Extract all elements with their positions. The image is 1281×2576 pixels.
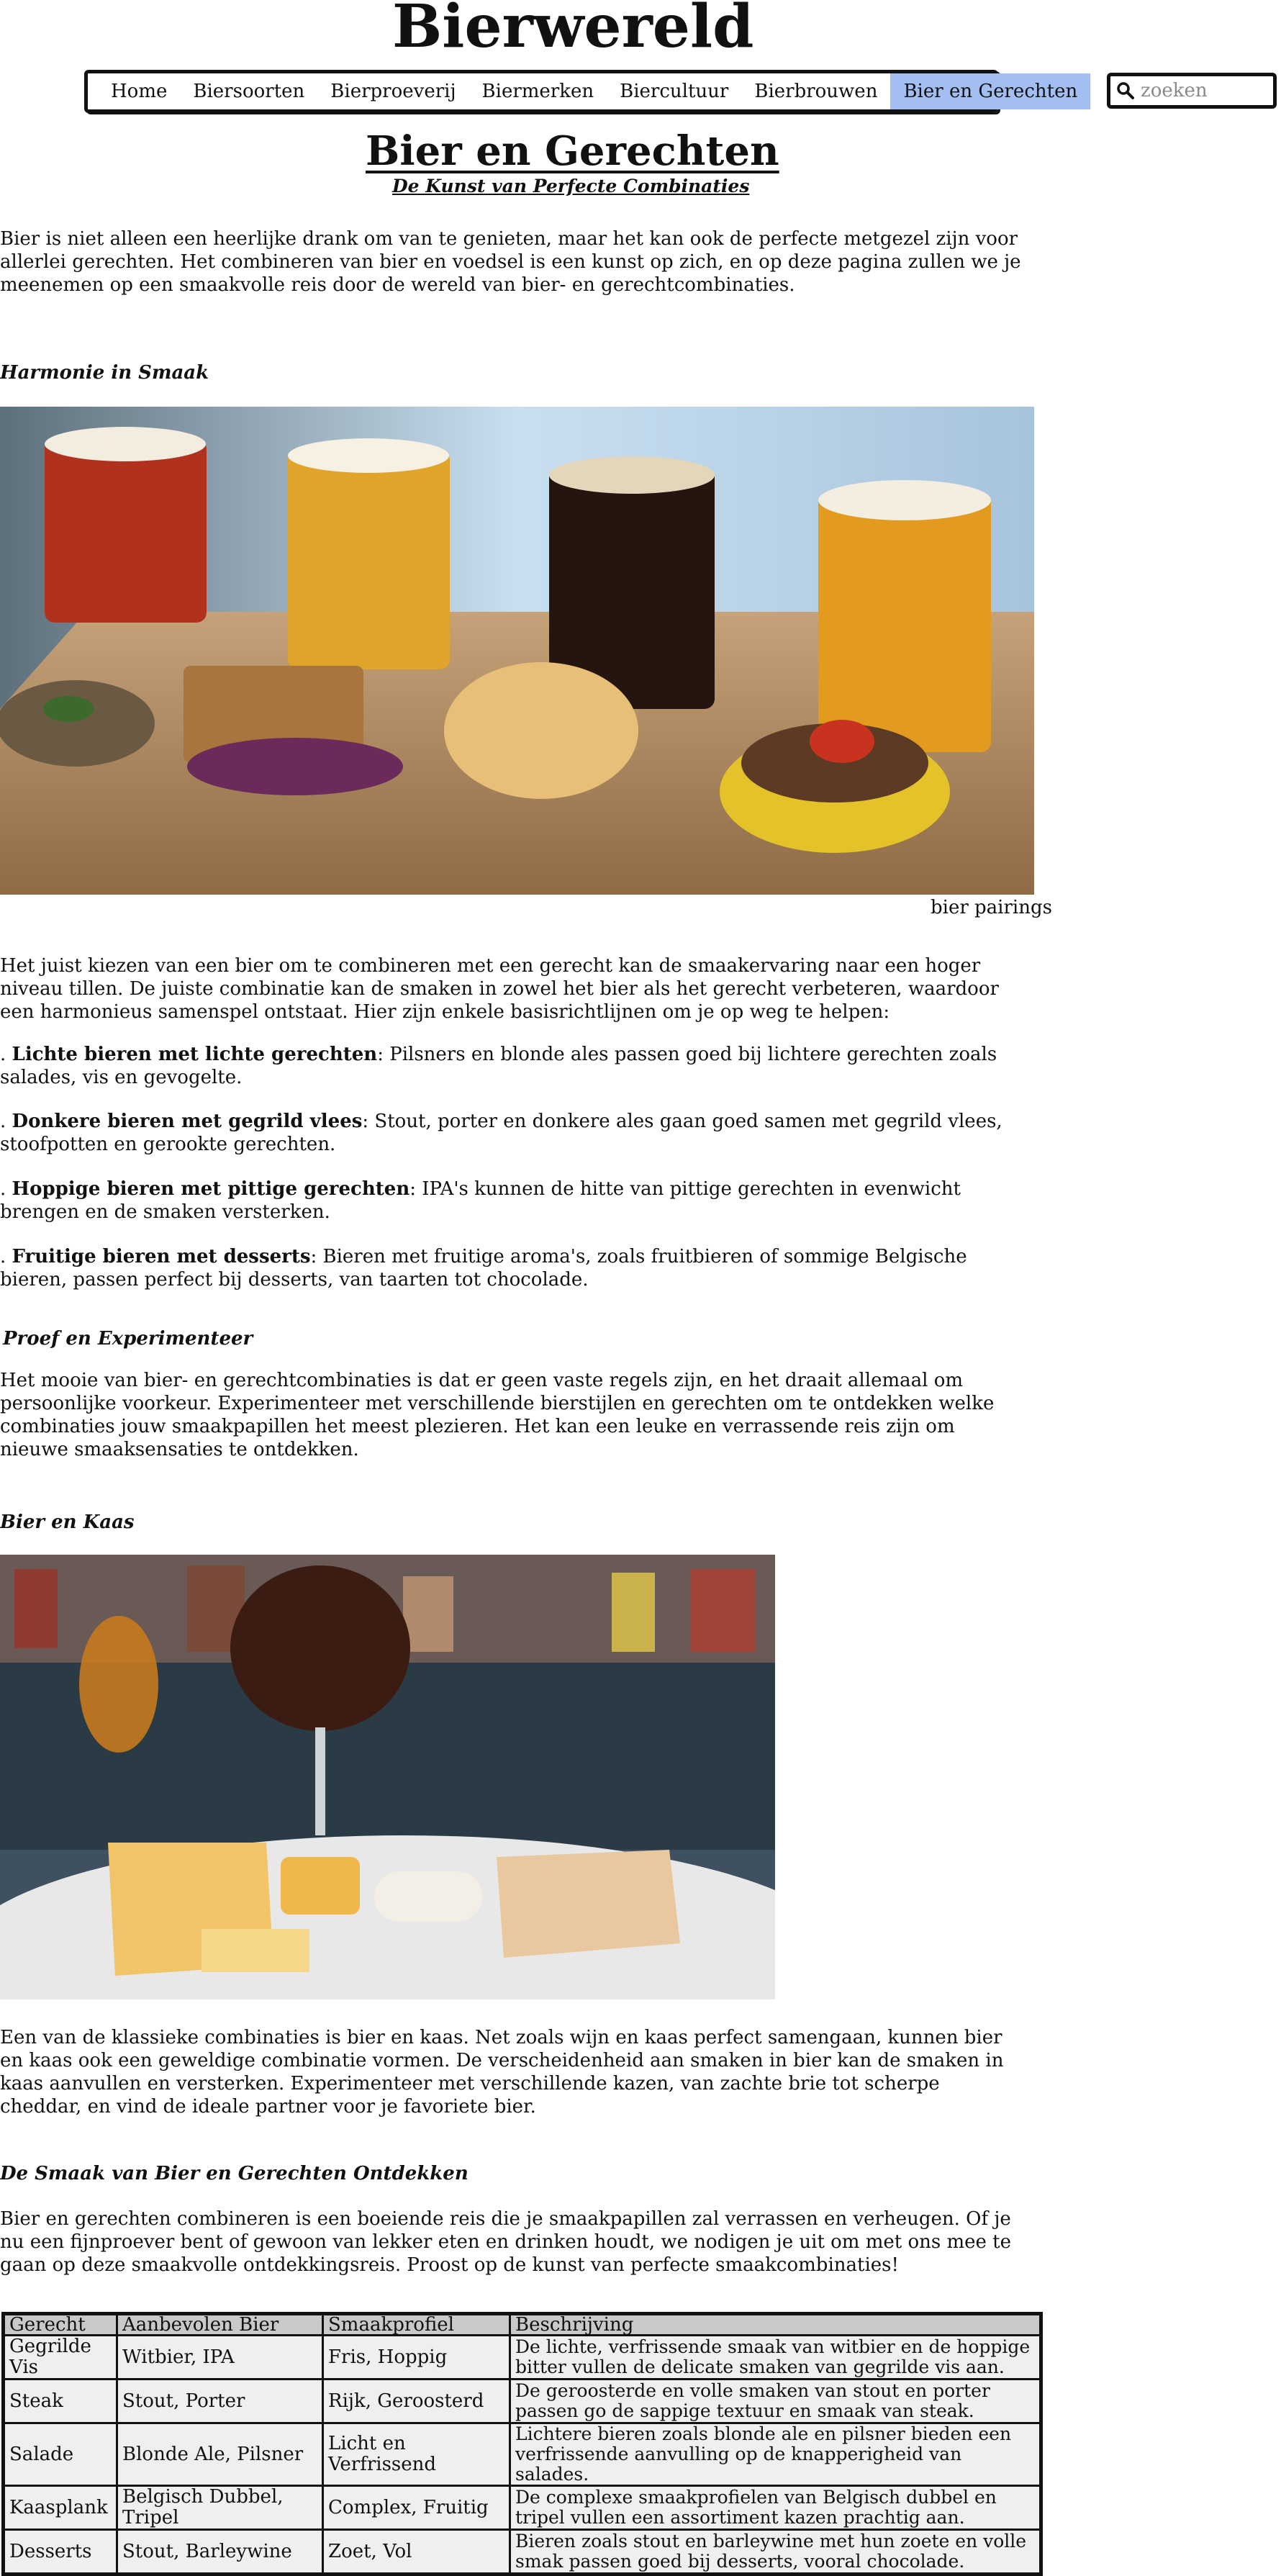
page-heading: Bier en Gerechten [366,127,779,175]
table-cell: Kaasplank [2,2485,118,2531]
nav-item-biersoorten[interactable]: Biersoorten [180,73,317,109]
table-cell: Rijk, Geroosterd [322,2378,511,2424]
table-cell: De lichte, verfrissende smaak van witbie… [509,2334,1042,2380]
beer-cheese-photo [0,1555,775,1999]
table-cell: Blonde Ale, Pilsner [116,2422,324,2487]
column-header: Gerecht [2,2313,118,2336]
beer-pairings-photo [0,407,1034,895]
table-cell: Licht en Verfrissend [322,2422,511,2487]
beer-cheese-image [0,1555,775,1999]
table-cell: Witbier, IPA [116,2334,324,2380]
beer-pairings-image [0,407,1034,895]
table-cell: Complex, Fruitig [322,2485,511,2531]
tip-item: . Fruitige bieren met desserts: Bieren m… [0,1246,967,1291]
section-heading-proef: Proef en Experimenteer [3,1328,253,1350]
main-navigation: Home Biersoorten Bierproeverij Biermerke… [84,70,1091,113]
table-cell: Bieren zoals stout en barleywine met hun… [509,2528,1042,2575]
table-cell: Belgisch Dubbel, Tripel [116,2485,324,2531]
table-row: Gegrilde Vis Witbier, IPA Fris, Hoppig D… [2,2334,1042,2380]
pairing-table: Gerecht Aanbevolen Bier Smaakprofiel Bes… [1,2312,1043,2576]
site-title: Bierwereld [392,0,754,61]
nav-item-biermerken[interactable]: Biermerken [469,73,607,109]
column-header: Beschrijving [509,2313,1042,2336]
section-heading-ontdekken: De Smaak van Bier en Gerechten Ontdekken [0,2163,469,2184]
harmonie-paragraph: Het juist kiezen van een bier om te comb… [0,955,999,1023]
tip-item: . Donkere bieren met gegrild vlees: Stou… [0,1111,1002,1155]
table-cell: Stout, Barleywine [116,2528,324,2575]
nav-item-home[interactable]: Home [98,73,180,109]
search-box [1107,73,1277,109]
ontdekken-paragraph: Bier en gerechten combineren is een boei… [0,2208,1012,2276]
image-caption: bier pairings [931,897,1052,918]
table-cell: Stout, Porter [116,2378,324,2424]
column-header: Aanbevolen Bier [116,2313,324,2336]
tip-item: . Lichte bieren met lichte gerechten: Pi… [0,1044,997,1088]
table-cell: Gegrilde Vis [2,2334,118,2380]
tip-item: . Hoppige bieren met pittige gerechten: … [0,1178,961,1223]
intro-paragraph: Bier is niet alleen een heerlijke drank … [0,228,1021,296]
table-cell: De geroosterde en volle smaken van stout… [509,2378,1042,2424]
table-row: Steak Stout, Porter Rijk, Geroosterd De … [2,2378,1042,2424]
table-row: Desserts Stout, Barleywine Zoet, Vol Bie… [2,2528,1042,2575]
table-row: Kaasplank Belgisch Dubbel, Tripel Comple… [2,2485,1042,2531]
nav-item-biercultuur[interactable]: Biercultuur [607,73,741,109]
section-heading-kaas: Bier en Kaas [0,1511,135,1533]
nav-item-bierbrouwen[interactable]: Bierbrouwen [741,73,890,109]
search-icon[interactable] [1116,81,1135,100]
table-cell: Desserts [2,2528,118,2575]
column-header: Smaakprofiel [322,2313,511,2336]
proef-paragraph: Het mooie van bier- en gerechtcombinatie… [0,1370,995,1460]
table-cell: Zoet, Vol [322,2528,511,2575]
table-cell: De complexe smaakprofielen van Belgisch … [509,2485,1042,2531]
kaas-paragraph: Een van de klassieke combinaties is bier… [0,2027,1004,2118]
table-row: Salade Blonde Ale, Pilsner Licht en Verf… [2,2422,1042,2487]
page-subheading: De Kunst van Perfecte Combinaties [392,176,750,196]
search-input[interactable] [1139,79,1272,102]
table-cell: Fris, Hoppig [322,2334,511,2380]
table-cell: Lichtere bieren zoals blonde ale en pils… [509,2422,1042,2487]
nav-item-bier-en-gerechten[interactable]: Bier en Gerechten [890,73,1091,109]
table-cell: Salade [2,2422,118,2487]
table-header-row: Gerecht Aanbevolen Bier Smaakprofiel Bes… [2,2313,1042,2336]
section-heading-harmonie: Harmonie in Smaak [0,362,209,384]
table-cell: Steak [2,2378,118,2424]
nav-item-bierproeverij[interactable]: Bierproeverij [317,73,469,109]
